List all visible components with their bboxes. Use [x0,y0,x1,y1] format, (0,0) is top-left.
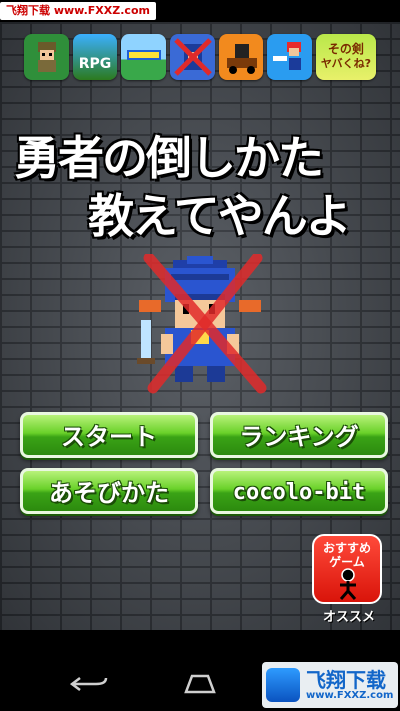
start-button[interactable]: スタート [20,412,198,458]
home-icon[interactable] [180,674,220,694]
ad-sono-ken-icon[interactable]: その剣 ヤバくね? [315,34,377,80]
ad-icon-row: RPG その剣 ヤバくね? [24,34,377,82]
ad-pixel-soldier-icon[interactable] [24,34,69,80]
navigation-bar: 飞翔下载 www.FXXZ.com [0,630,400,711]
status-bar: 飞翔下载 www.FXXZ.com [0,0,400,22]
how-to-play-button[interactable]: あそびかた [20,468,198,514]
recommend-label: オススメ [322,610,375,625]
title-line-1: 勇者の倒しかた [14,131,324,185]
title-line-2: 教えてやんよ [88,189,352,243]
stick-figure-icon [339,568,357,600]
watermark-badge: 飞翔下载 www.FXXZ.com [0,2,156,20]
recommend-games-icon[interactable]: おすすめ ゲーム [312,534,382,604]
game-screen: RPG その剣 ヤバくね? 勇者の倒しかた 教えてやんよ スタート ランキング … [0,22,400,630]
watermark-logo-icon [266,668,300,702]
ad-rpg-game-icon[interactable]: RPG [72,34,118,80]
cocolo-bit-button[interactable]: cocolo-bit [210,468,388,514]
ad-cart-ride-icon[interactable] [218,34,264,80]
watermark-logo: 飞翔下载 www.FXXZ.com [262,662,398,708]
crossed-out-hero-sprite [137,254,267,394]
ranking-button[interactable]: ランキング [210,412,388,458]
ad-crossed-hero-icon[interactable] [169,34,215,80]
ad-bird-hero-icon[interactable] [267,34,312,80]
watermark-url: www.FXXZ.com [306,690,394,701]
ad-retro-logo-icon[interactable] [121,34,166,80]
back-icon[interactable] [70,674,108,694]
watermark-text: 飞翔下载 [306,668,386,692]
